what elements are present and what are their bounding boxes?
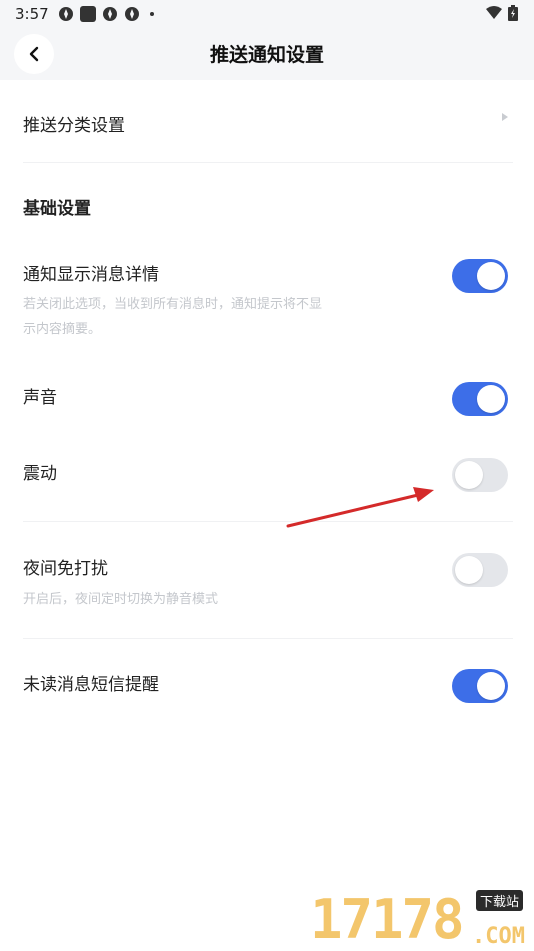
night-dnd-label: 夜间免打扰	[23, 559, 108, 579]
app-notification-icon	[103, 7, 117, 21]
sound-toggle[interactable]	[452, 382, 508, 416]
divider	[23, 638, 513, 639]
toggle-knob	[455, 461, 483, 489]
sms-unread-toggle[interactable]	[452, 669, 508, 703]
night-dnd-desc: 开启后，夜间定时切换为静音模式	[23, 592, 219, 607]
wifi-icon	[486, 6, 502, 19]
status-bar: 3:57	[0, 0, 534, 28]
push-category-label: 推送分类设置	[23, 116, 125, 136]
watermark-suffix: .COM	[472, 924, 525, 949]
notify-detail-desc: 若关闭此选项，当收到所有消息时，通知提示将不显示内容摘要。	[23, 297, 323, 337]
notify-detail-toggle[interactable]	[452, 259, 508, 293]
notify-detail-label: 通知显示消息详情	[23, 265, 159, 285]
header-bar: 推送通知设置	[0, 28, 534, 80]
section-title-basic: 基础设置	[23, 199, 91, 219]
app-notification-icon	[125, 7, 139, 21]
divider	[23, 162, 513, 163]
vibrate-label: 震动	[23, 464, 57, 484]
watermark-tag: 下载站	[476, 890, 524, 911]
night-dnd-toggle[interactable]	[452, 553, 508, 587]
push-category-row[interactable]: 推送分类设置	[0, 92, 534, 152]
more-notifications-dot-icon	[150, 12, 154, 16]
watermark-number: 17178	[310, 888, 465, 951]
system-icons	[486, 5, 518, 21]
notification-icons	[58, 6, 154, 22]
sms-unread-label: 未读消息短信提醒	[23, 675, 159, 695]
page-title: 推送通知设置	[209, 44, 324, 66]
chevron-right-icon	[502, 113, 508, 121]
sound-label: 声音	[23, 388, 57, 408]
status-time: 3:57	[15, 5, 49, 23]
toggle-knob	[477, 262, 505, 290]
toggle-knob	[477, 672, 505, 700]
toggle-knob	[455, 556, 483, 584]
battery-icon	[508, 5, 518, 21]
watermark-logo: 17178 下载站 .COM	[310, 888, 534, 951]
vibrate-toggle[interactable]	[452, 458, 508, 492]
app-notification-icon	[59, 7, 73, 21]
toggle-knob	[477, 385, 505, 413]
square-notification-icon	[80, 6, 96, 22]
divider	[23, 521, 513, 522]
